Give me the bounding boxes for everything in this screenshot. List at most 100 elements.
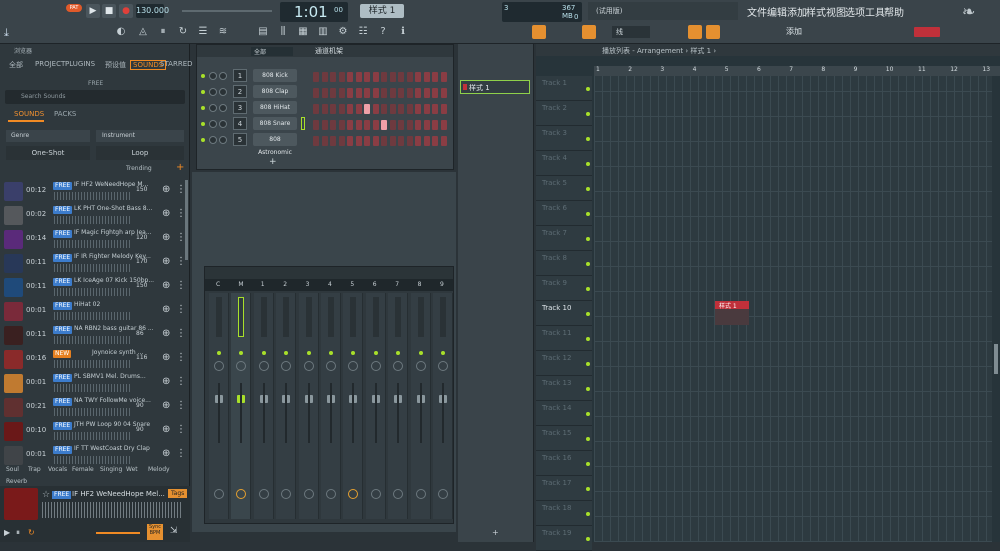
step-pad[interactable]	[381, 136, 387, 146]
step-pad[interactable]	[338, 136, 345, 146]
alt-button[interactable]	[706, 25, 720, 39]
add-sound-icon[interactable]: ⊕	[162, 376, 170, 387]
step-pad[interactable]	[338, 88, 345, 98]
drag-icon[interactable]: ⇲	[170, 526, 178, 536]
channel-pan-knob[interactable]	[209, 72, 217, 80]
step-pad[interactable]	[381, 72, 387, 82]
strip-pan-knob[interactable]	[370, 361, 381, 371]
strip-pan-knob[interactable]	[303, 361, 314, 371]
step-pad[interactable]	[313, 88, 319, 98]
step-pad[interactable]	[355, 104, 362, 114]
player-loop-icon[interactable]: ↻	[28, 528, 35, 537]
list-item[interactable]: 00:02 FREE LK PHT One-Shot Bass 8... ⊕ ⋮	[0, 204, 186, 228]
add-sound-icon[interactable]: ⊕	[162, 304, 170, 315]
channel-led[interactable]	[201, 106, 205, 110]
step-pad[interactable]	[313, 104, 319, 114]
step-pad[interactable]	[364, 72, 370, 82]
step-pad[interactable]	[389, 72, 396, 82]
tag-chip[interactable]: Female	[72, 466, 94, 473]
step-pad[interactable]	[347, 136, 353, 146]
list-item[interactable]: 00:11 FREE NA RBN2 bass guitar 86 ... 86…	[0, 324, 186, 348]
strip-send-knob[interactable]	[214, 489, 224, 499]
add-sound-icon[interactable]: ⊕	[162, 280, 170, 291]
strip-send-knob[interactable]	[303, 489, 314, 499]
step-pad[interactable]	[398, 72, 404, 82]
list-item[interactable]: 00:21 FREE NA TWY FollowMe voice... 90 ⊕…	[0, 396, 186, 420]
track-led[interactable]	[586, 462, 590, 466]
step-pad[interactable]	[406, 104, 413, 114]
channel-number[interactable]: 1	[233, 69, 247, 82]
track-led[interactable]	[586, 137, 590, 141]
channel-pan-knob[interactable]	[209, 136, 217, 144]
step-pad[interactable]	[432, 120, 438, 130]
tag-chip[interactable]: Reverb	[6, 478, 27, 485]
player-waveform[interactable]	[42, 502, 182, 518]
link-button[interactable]	[582, 25, 596, 39]
menu-item-1[interactable]: 编辑	[767, 4, 787, 19]
channel-name-button[interactable]: 808 Kick	[253, 69, 297, 82]
track-led[interactable]	[586, 287, 590, 291]
add-sound-icon[interactable]: ⊕	[162, 328, 170, 339]
more-icon[interactable]: ⋮	[176, 352, 186, 363]
pattern-selector[interactable]: 样式 1	[360, 4, 404, 18]
sync-bpm-button[interactable]: Sync BPM	[147, 524, 163, 540]
track-led[interactable]	[586, 362, 590, 366]
list-item[interactable]: 00:14 FREE IF Magic Fightgh arp Iea... 1…	[0, 228, 186, 252]
menu-item-7[interactable]: 帮助	[884, 4, 904, 19]
track-header[interactable]: Track 6	[536, 201, 592, 226]
step-pad[interactable]	[338, 104, 345, 114]
step-pad[interactable]	[364, 104, 370, 114]
channel-number[interactable]: 3	[233, 101, 247, 114]
mixer-strip[interactable]: C	[209, 281, 229, 519]
list-item[interactable]: 00:01 FREE PL SBMV1 Mel. Drums... ⊕ ⋮	[0, 372, 186, 396]
strip-send-knob[interactable]	[326, 489, 336, 499]
step-pad[interactable]	[330, 104, 336, 114]
piano-roll-icon[interactable]: ▤	[256, 25, 270, 39]
stretch-button[interactable]	[688, 25, 702, 39]
track-led[interactable]	[586, 337, 590, 341]
mode-toggle[interactable]: PAT	[66, 4, 82, 12]
track-led[interactable]	[586, 112, 590, 116]
channel-name-button[interactable]: 808 Snare	[253, 117, 297, 130]
help-icon[interactable]: ?	[376, 25, 390, 39]
browser-tab-1[interactable]: PROJECT	[35, 60, 65, 68]
sort-selector[interactable]: Trending	[126, 165, 152, 172]
add-sound-icon[interactable]: ⊕	[162, 424, 170, 435]
channel-led[interactable]	[201, 138, 205, 142]
mixer-strip[interactable]: 5	[343, 281, 364, 519]
mixer-strip[interactable]: 8	[410, 281, 431, 519]
step-pad[interactable]	[364, 136, 370, 146]
step-pad[interactable]	[406, 72, 413, 82]
add-sound-icon[interactable]: ⊕	[162, 400, 170, 411]
player-play-icon[interactable]: ▶	[4, 528, 10, 537]
step-pad[interactable]	[321, 104, 328, 114]
channel-name-button[interactable]: 808 Astronomic	[253, 133, 297, 156]
tags-button[interactable]: Tags	[168, 489, 188, 498]
playlist-icon[interactable]: ▥	[316, 25, 330, 39]
mixer-strip[interactable]: 3	[298, 281, 319, 519]
track-header[interactable]: Track 9	[536, 276, 592, 301]
track-header[interactable]: Track 13	[536, 376, 592, 401]
info-icon[interactable]: ℹ	[396, 25, 410, 39]
mixer-strip[interactable]: 6	[365, 281, 386, 519]
strip-pan-knob[interactable]	[415, 361, 426, 371]
step-pad[interactable]	[338, 120, 345, 130]
strip-led[interactable]	[239, 351, 244, 355]
sounds-subtab[interactable]: SOUNDS	[14, 110, 44, 118]
menu-item-2[interactable]: 添加	[787, 4, 807, 19]
step-pad[interactable]	[398, 136, 404, 146]
step-pad[interactable]	[338, 72, 345, 82]
track-header[interactable]: Track 10	[536, 301, 592, 326]
channel-led[interactable]	[201, 122, 205, 126]
vertical-scrollbar[interactable]	[994, 344, 998, 374]
step-pad[interactable]	[432, 88, 438, 98]
step-pad[interactable]	[406, 88, 413, 98]
step-pad[interactable]	[398, 120, 404, 130]
more-icon[interactable]: ⋮	[176, 328, 186, 339]
strip-led[interactable]	[217, 351, 221, 355]
track-led[interactable]	[586, 187, 590, 191]
menu-item-3[interactable]: 样式	[806, 4, 826, 19]
tag-chip[interactable]: Singing	[100, 466, 122, 473]
menu-item-6[interactable]: 工具	[865, 4, 885, 19]
step-pad[interactable]	[355, 120, 362, 130]
